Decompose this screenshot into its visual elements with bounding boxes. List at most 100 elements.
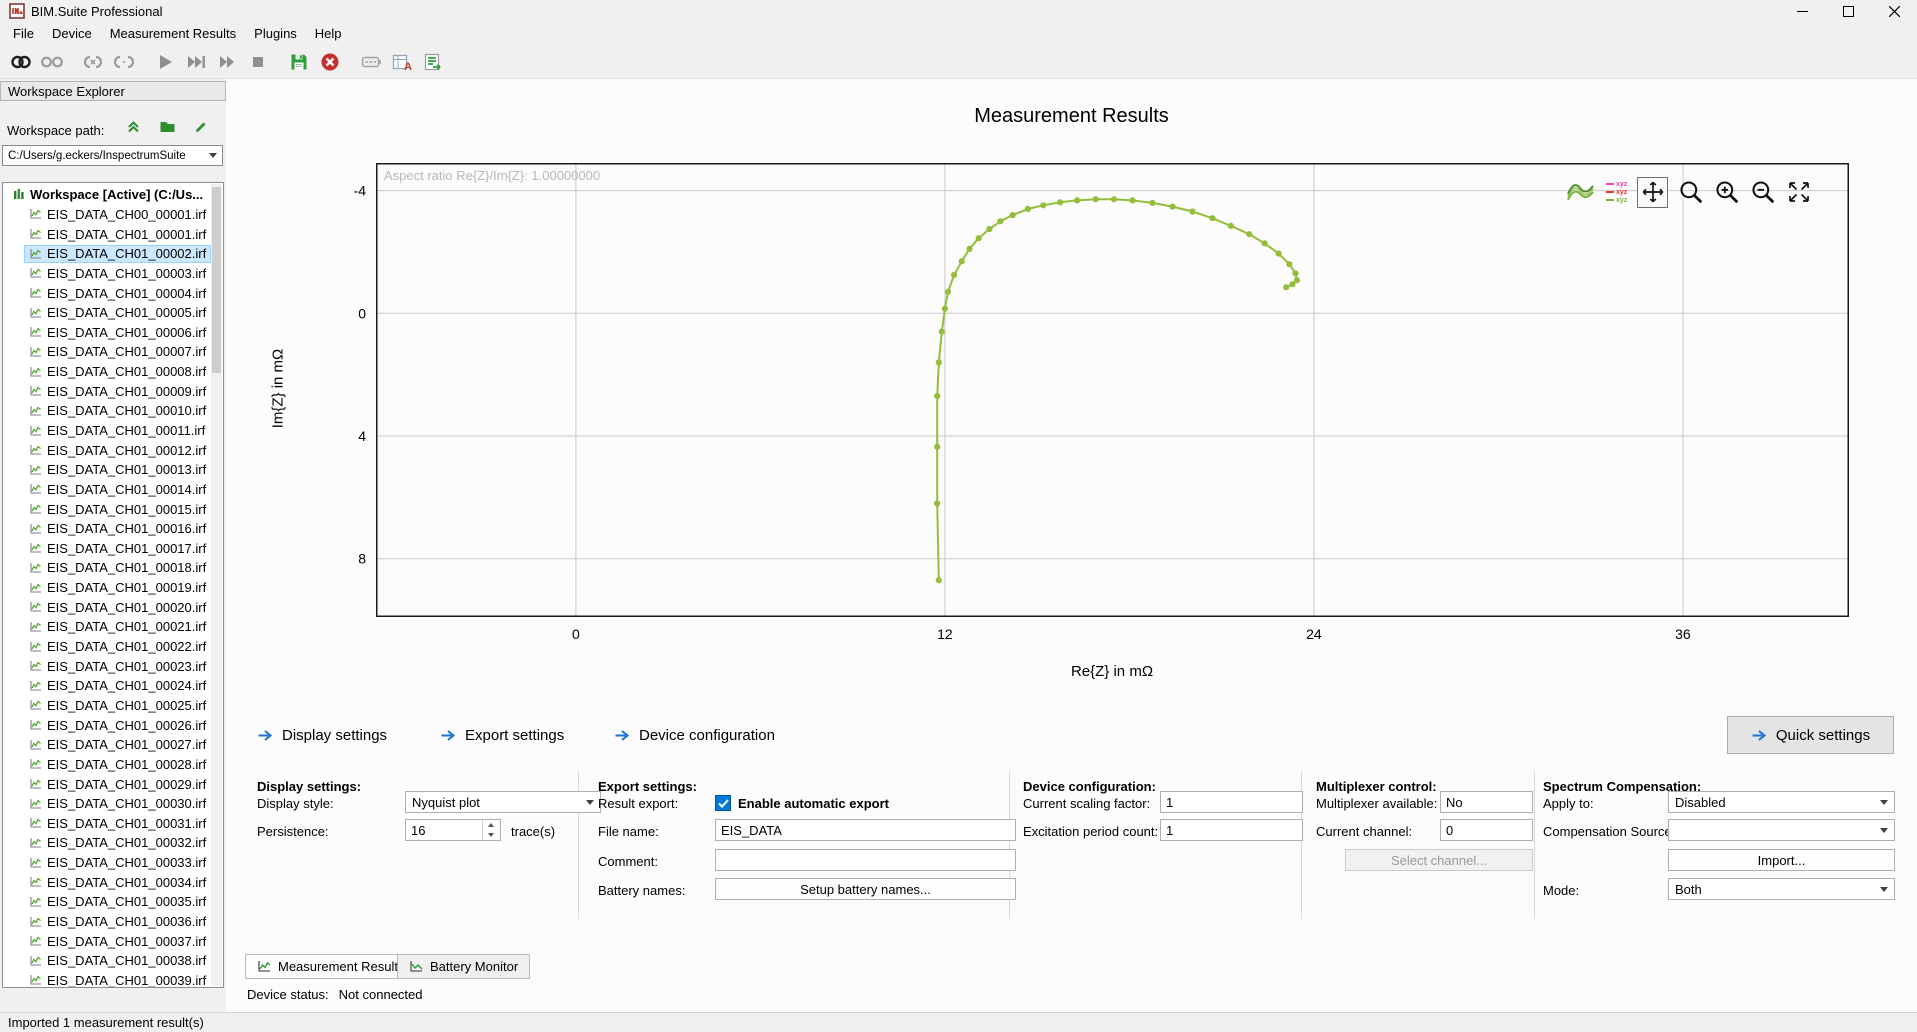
- tree-item-file[interactable]: EIS_DATA_CH01_00006.irf: [3, 322, 223, 342]
- tree-item-file[interactable]: EIS_DATA_CH01_00020.irf: [3, 597, 223, 617]
- plot-legend[interactable]: xyzxyzxyz: [1606, 181, 1627, 204]
- signals-button[interactable]: [1566, 179, 1596, 205]
- spin-up-icon[interactable]: [483, 820, 499, 830]
- menu-item-device[interactable]: Device: [43, 23, 101, 44]
- tree-item-file[interactable]: EIS_DATA_CH01_00003.irf: [3, 264, 223, 284]
- export-results-button[interactable]: [417, 47, 448, 76]
- tree-item-file[interactable]: EIS_DATA_CH01_00021.irf: [3, 617, 223, 637]
- device-configuration-link[interactable]: Device configuration: [614, 725, 775, 745]
- tree-item-file[interactable]: EIS_DATA_CH01_00031.irf: [3, 814, 223, 834]
- minimize-button[interactable]: [1779, 0, 1825, 22]
- fast-forward-button[interactable]: [211, 47, 242, 76]
- tree-item-file[interactable]: EIS_DATA_CH01_00017.irf: [3, 539, 223, 559]
- tree-item-file[interactable]: EIS_DATA_CH01_00013.irf: [3, 460, 223, 480]
- tree-item-file[interactable]: EIS_DATA_CH01_00019.irf: [3, 578, 223, 598]
- link-cell-button[interactable]: [77, 47, 108, 76]
- tree-item-file[interactable]: EIS_DATA_CH01_00007.irf: [3, 342, 223, 362]
- tree-item-file[interactable]: EIS_DATA_CH01_00012.irf: [3, 440, 223, 460]
- tree-item-file[interactable]: EIS_DATA_CH01_00002.irf: [3, 244, 223, 264]
- battery-panel-button[interactable]: [355, 47, 386, 76]
- tree-item-file[interactable]: EIS_DATA_CH01_00030.irf: [3, 794, 223, 814]
- select-channel-button[interactable]: Select channel...: [1345, 849, 1533, 871]
- open-workspace-folder-button[interactable]: [158, 117, 177, 136]
- tree-item-file[interactable]: EIS_DATA_CH01_00034.irf: [3, 872, 223, 892]
- display-settings-link[interactable]: Display settings: [257, 725, 387, 745]
- file-name-input[interactable]: [715, 819, 1016, 841]
- current-channel-input[interactable]: [1440, 819, 1533, 841]
- menu-item-plugins[interactable]: Plugins: [245, 23, 306, 44]
- tree-item-file[interactable]: EIS_DATA_CH01_00038.irf: [3, 951, 223, 971]
- tree-item-file[interactable]: EIS_DATA_CH01_00022.irf: [3, 637, 223, 657]
- mode-select[interactable]: Both: [1668, 878, 1895, 900]
- tree-item-file[interactable]: EIS_DATA_CH01_00023.irf: [3, 656, 223, 676]
- auto-label-button[interactable]: A: [386, 47, 417, 76]
- tree-scrollbar[interactable]: [211, 184, 222, 986]
- tree-scrollbar-thumb[interactable]: [212, 187, 221, 373]
- tab-battery-monitor[interactable]: Battery Monitor: [397, 954, 530, 979]
- display-style-select[interactable]: Nyquist plot: [405, 791, 601, 813]
- tree-item-file[interactable]: EIS_DATA_CH01_00001.irf: [3, 224, 223, 244]
- tree-item-file[interactable]: EIS_DATA_CH01_00028.irf: [3, 755, 223, 775]
- tree-item-file[interactable]: EIS_DATA_CH01_00008.irf: [3, 362, 223, 382]
- stop-measurement-button[interactable]: [242, 47, 273, 76]
- import-button[interactable]: Import...: [1668, 849, 1895, 871]
- auto-export-checkbox[interactable]: [715, 795, 731, 811]
- nyquist-plot[interactable]: 0122436-4048: [306, 163, 1849, 657]
- tree-item-file[interactable]: EIS_DATA_CH01_00016.irf: [3, 519, 223, 539]
- workspace-path-combobox[interactable]: C:/Users/g.eckers/InspectrumSuite: [2, 145, 223, 166]
- tab-measurement-results[interactable]: Measurement Results: [245, 954, 416, 979]
- tree-item-file[interactable]: EIS_DATA_CH01_00032.irf: [3, 833, 223, 853]
- tree-item-file[interactable]: EIS_DATA_CH01_00026.irf: [3, 715, 223, 735]
- quick-settings-button[interactable]: Quick settings: [1727, 716, 1894, 754]
- menu-item-help[interactable]: Help: [306, 23, 351, 44]
- setup-battery-names-button[interactable]: Setup battery names...: [715, 878, 1016, 900]
- maximize-button[interactable]: [1825, 0, 1871, 22]
- tree-item-file[interactable]: EIS_DATA_CH01_00005.irf: [3, 303, 223, 323]
- excitation-period-input[interactable]: [1160, 819, 1303, 841]
- spin-down-icon[interactable]: [483, 830, 499, 840]
- tree-item-file[interactable]: EIS_DATA_CH01_00010.irf: [3, 401, 223, 421]
- tree-item-file[interactable]: EIS_DATA_CH01_00024.irf: [3, 676, 223, 696]
- skip-measurement-button[interactable]: [180, 47, 211, 76]
- apply-to-select[interactable]: Disabled: [1668, 791, 1895, 813]
- tree-item-file[interactable]: EIS_DATA_CH01_00014.irf: [3, 480, 223, 500]
- pan-button[interactable]: [1637, 177, 1668, 208]
- tree-item-file[interactable]: EIS_DATA_CH01_00004.irf: [3, 283, 223, 303]
- scaling-factor-input[interactable]: [1160, 791, 1303, 813]
- menu-item-measurement-results[interactable]: Measurement Results: [101, 23, 245, 44]
- tree-item-file[interactable]: EIS_DATA_CH01_00033.irf: [3, 853, 223, 873]
- tree-item-file[interactable]: EIS_DATA_CH01_00018.irf: [3, 558, 223, 578]
- tree-item-file[interactable]: EIS_DATA_CH01_00015.irf: [3, 499, 223, 519]
- tree-root[interactable]: Workspace [Active] (C:/Us...: [3, 185, 223, 205]
- persistence-input[interactable]: [406, 820, 482, 840]
- zoom-in-button[interactable]: [1714, 179, 1740, 205]
- zoom-fit-button[interactable]: [1786, 179, 1812, 205]
- disconnect-device-button[interactable]: [36, 47, 67, 76]
- tree-item-file[interactable]: EIS_DATA_CH01_00039.irf: [3, 971, 223, 988]
- edit-workspace-path-button[interactable]: [192, 117, 211, 136]
- zoom-region-button[interactable]: [1678, 179, 1704, 205]
- tree-item-file[interactable]: EIS_DATA_CH01_00011.irf: [3, 421, 223, 441]
- tree-item-file[interactable]: EIS_DATA_CH01_00029.irf: [3, 774, 223, 794]
- tree-item-file[interactable]: EIS_DATA_CH01_00027.irf: [3, 735, 223, 755]
- close-button[interactable]: [1871, 0, 1917, 22]
- export-settings-link[interactable]: Export settings: [440, 725, 564, 745]
- tree-item-file[interactable]: EIS_DATA_CH01_00037.irf: [3, 931, 223, 951]
- unlink-cell-button[interactable]: [108, 47, 139, 76]
- tree-item-file[interactable]: EIS_DATA_CH01_00036.irf: [3, 912, 223, 932]
- menu-item-file[interactable]: File: [4, 23, 43, 44]
- tree-item-file[interactable]: EIS_DATA_CH01_00035.irf: [3, 892, 223, 912]
- tree-item-file[interactable]: EIS_DATA_CH00_00001.irf: [3, 205, 223, 225]
- start-measurement-button[interactable]: [149, 47, 180, 76]
- tree-item-file[interactable]: EIS_DATA_CH01_00009.irf: [3, 381, 223, 401]
- multiplexer-available-input[interactable]: [1440, 791, 1533, 813]
- compensation-source-select[interactable]: [1668, 819, 1895, 841]
- connect-device-button[interactable]: [5, 47, 36, 76]
- tree-item-file[interactable]: EIS_DATA_CH01_00025.irf: [3, 696, 223, 716]
- collapse-all-button[interactable]: [124, 117, 143, 136]
- zoom-out-button[interactable]: [1750, 179, 1776, 205]
- persistence-stepper[interactable]: [405, 819, 501, 841]
- save-results-button[interactable]: [283, 47, 314, 76]
- comment-input[interactable]: [715, 849, 1016, 871]
- abort-button[interactable]: [314, 47, 345, 76]
